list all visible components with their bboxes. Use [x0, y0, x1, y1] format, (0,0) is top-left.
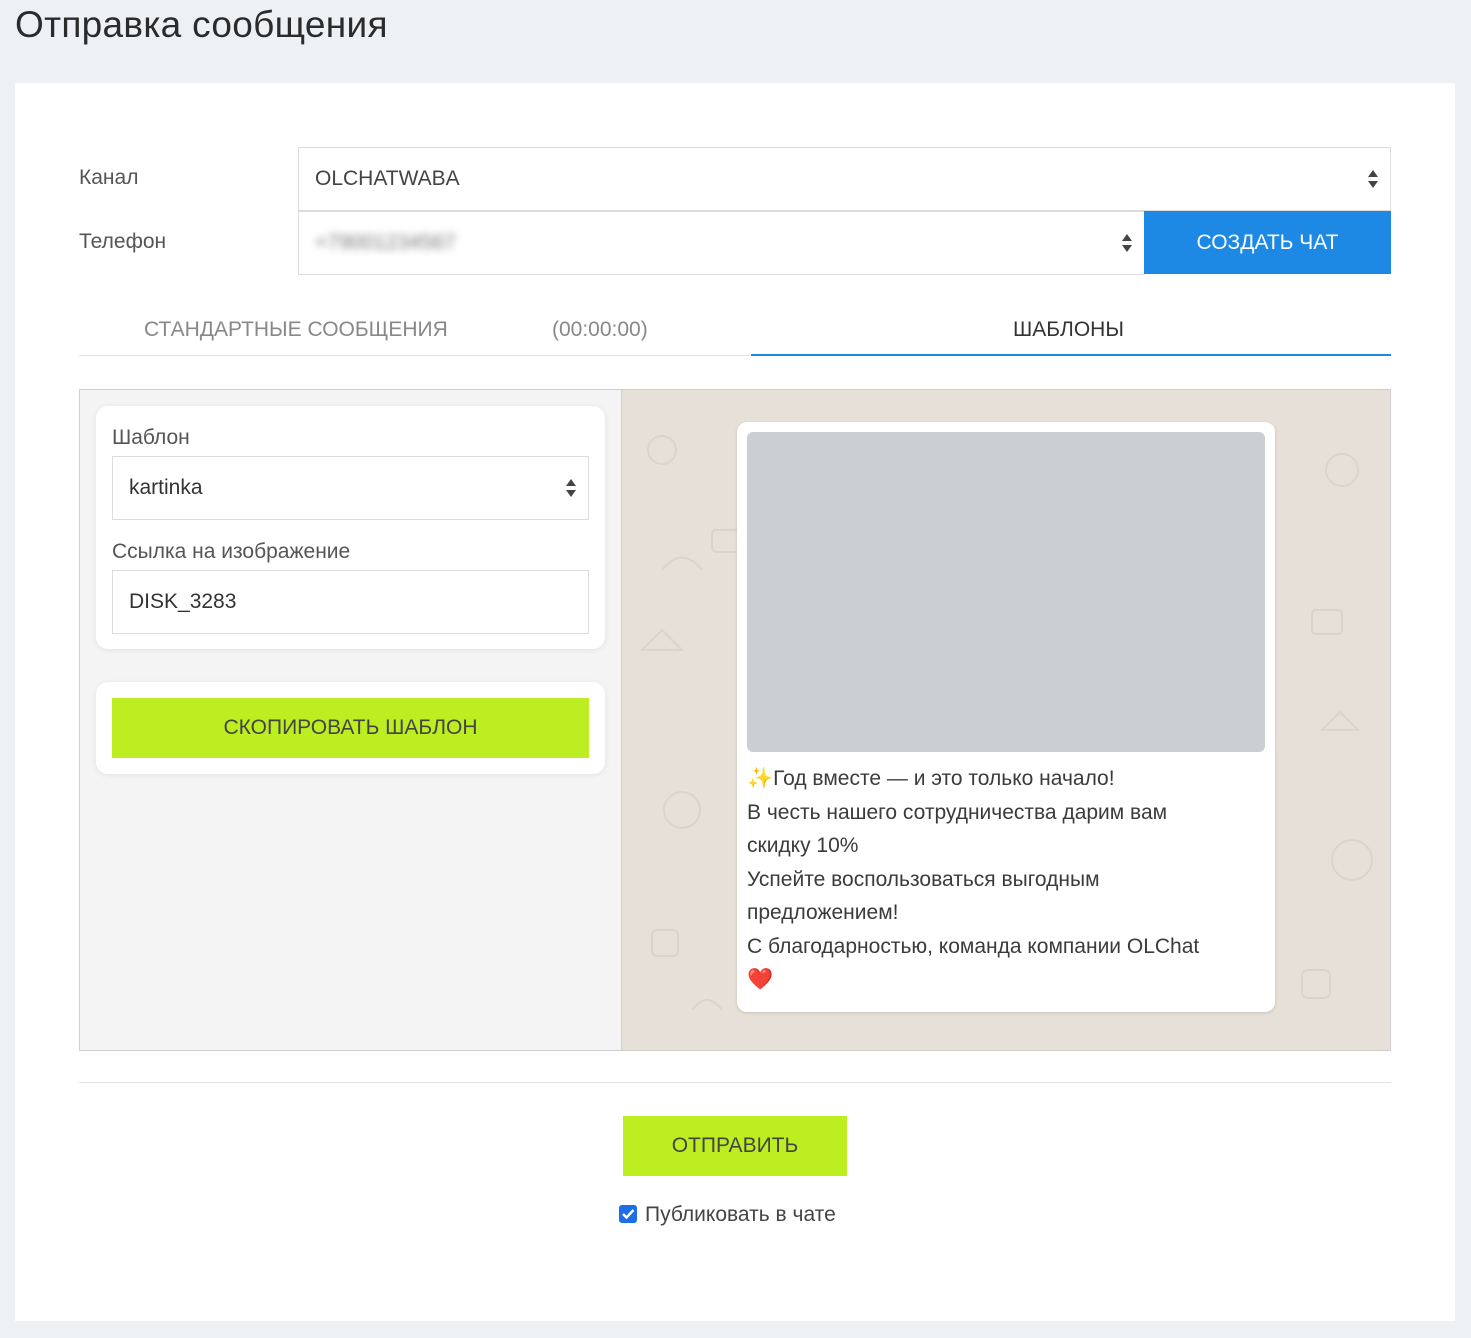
checkmark-icon — [622, 1209, 635, 1220]
template-settings-pane: Шаблон kartinka Ссылка на изображение DI… — [80, 390, 622, 1050]
image-link-value: DISK_3283 — [129, 590, 237, 613]
message-line: скидку 10% — [747, 834, 859, 857]
template-select[interactable]: kartinka — [112, 456, 589, 520]
copy-template-panel: Скопировать шаблон — [96, 682, 605, 774]
select-arrows-icon — [1122, 234, 1132, 252]
template-label: Шаблон — [112, 426, 190, 449]
copy-template-button[interactable]: Скопировать шаблон — [112, 698, 589, 758]
message-preview-pane: ✨Год вместе — и это только начало! В чес… — [622, 390, 1390, 1050]
send-button[interactable]: Отправить — [623, 1116, 847, 1176]
message-line: Успейте воспользоваться выгодным — [747, 867, 1100, 891]
heart-icon: ❤️ — [747, 968, 774, 991]
message-tabs: Стандартные сообщения (00:00:00) Шаблоны — [79, 298, 1391, 356]
phone-select-value: +79001234567 — [315, 231, 456, 254]
publish-label: Публиковать в чате — [645, 1203, 836, 1226]
create-chat-button[interactable]: Создать чат — [1144, 211, 1391, 274]
template-work-area: Шаблон kartinka Ссылка на изображение DI… — [79, 389, 1391, 1051]
tab-timer[interactable]: (00:00:00) — [552, 318, 648, 342]
select-arrows-icon — [566, 479, 576, 497]
active-tab-indicator — [751, 354, 1391, 356]
message-preview-text: ✨Год вместе — и это только начало! В чес… — [747, 762, 1267, 997]
message-line: ✨Год вместе — и это только начало! — [747, 767, 1115, 790]
channel-select[interactable]: OLCHATWABA — [298, 147, 1391, 211]
message-line: С благодарностью, команда компании OLCha… — [747, 934, 1200, 958]
tab-templates[interactable]: Шаблоны — [1013, 318, 1124, 342]
publish-in-chat-option[interactable]: Публиковать в чате — [619, 1203, 836, 1227]
image-link-input[interactable]: DISK_3283 — [112, 570, 589, 634]
page-title: Отправка сообщения — [15, 4, 388, 45]
template-fields-panel: Шаблон kartinka Ссылка на изображение DI… — [96, 406, 605, 649]
footer-divider — [79, 1082, 1391, 1083]
publish-checkbox[interactable] — [619, 1205, 637, 1223]
phone-label: Телефон — [79, 230, 167, 253]
message-line: В честь нашего сотрудничества дарим вам — [747, 800, 1168, 824]
image-link-label: Ссылка на изображение — [112, 540, 351, 563]
template-select-value: kartinka — [129, 476, 203, 499]
channel-select-value: OLCHATWABA — [315, 167, 460, 190]
tab-standard-messages[interactable]: Стандартные сообщения — [144, 318, 448, 342]
select-arrows-icon — [1368, 170, 1378, 188]
channel-label: Канал — [79, 166, 139, 189]
send-message-card: Канал OLCHATWABA Телефон +79001234567 Со… — [15, 83, 1455, 1321]
image-placeholder — [747, 432, 1265, 752]
message-preview-bubble: ✨Год вместе — и это только начало! В чес… — [737, 422, 1275, 1012]
message-line: предложением! — [747, 901, 899, 924]
phone-select[interactable]: +79001234567 — [298, 211, 1145, 275]
